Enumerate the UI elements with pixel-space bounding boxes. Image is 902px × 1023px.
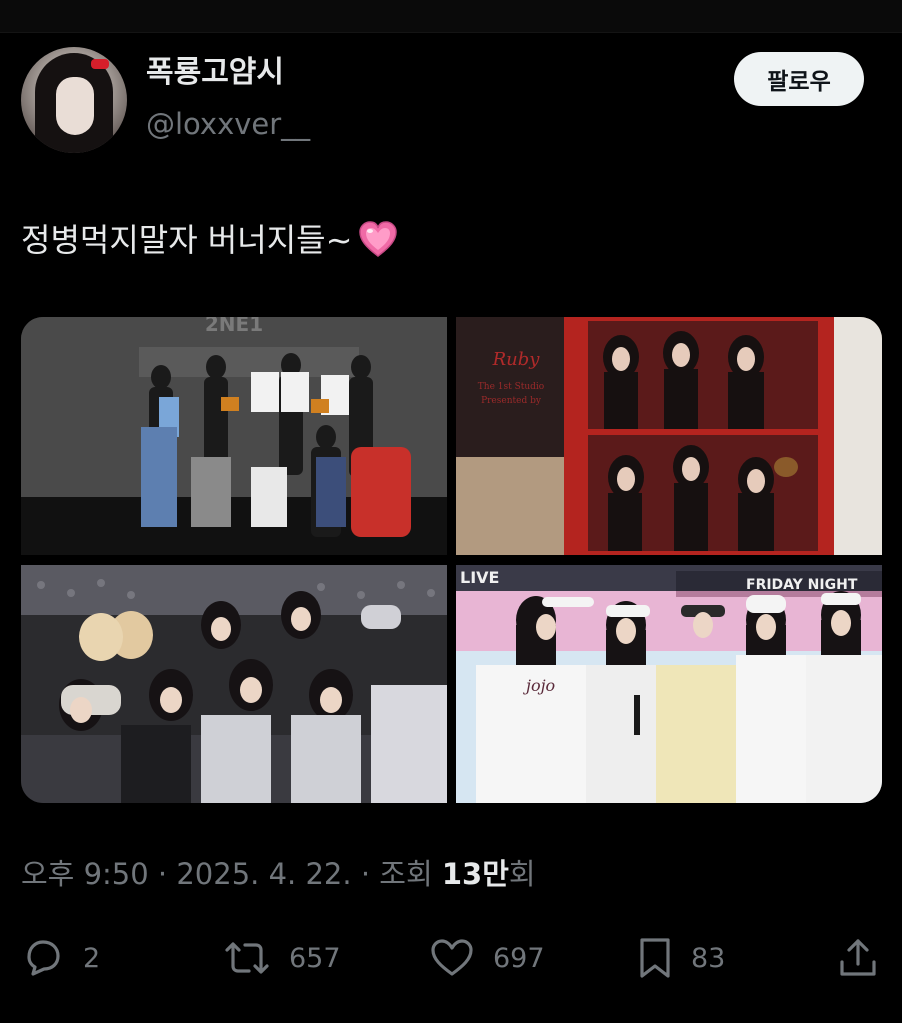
display-name[interactable]: 폭룡고얌시 (146, 58, 284, 88)
views-count: 13만 (441, 857, 509, 891)
shirt-text: jojo (523, 676, 555, 695)
bookmark-button[interactable]: 83 (637, 933, 725, 983)
views-suffix: 회 (508, 857, 536, 891)
reply-icon (21, 936, 65, 980)
meta-separator-2: · (351, 857, 380, 891)
media-grid[interactable]: 2NE1 Ruby The 1st Studio Presented by LI… (21, 317, 882, 803)
photo-group-stage[interactable]: 2NE1 (21, 317, 447, 555)
action-bar: 2 657 697 83 (0, 933, 902, 983)
bow-icon (91, 59, 109, 69)
share-button[interactable] (836, 933, 880, 983)
tweet-text-content: 정병먹지말자 버너지들~ (21, 220, 353, 259)
avatar[interactable] (21, 47, 127, 153)
stage-friday-text: FRIDAY NIGHT (746, 577, 858, 593)
retweet-count: 657 (289, 942, 341, 974)
reply-button[interactable]: 2 (21, 933, 100, 983)
heart-emoji-icon (358, 220, 398, 260)
status-dots (436, 0, 466, 4)
photo-stage-live[interactable]: LIVE FRIDAY NIGHT jojo (456, 565, 882, 803)
share-icon (836, 936, 880, 980)
meta-separator: · (148, 857, 177, 891)
heart-icon (429, 936, 475, 980)
tweet-time[interactable]: 오후 9:50 (21, 857, 149, 891)
like-count: 697 (493, 942, 545, 974)
photo-crowd-group[interactable] (21, 565, 447, 803)
views-prefix: 조회 (379, 857, 442, 891)
retweet-icon (223, 936, 271, 980)
reply-count: 2 (83, 942, 101, 974)
user-handle[interactable]: @loxxver__ (146, 110, 310, 139)
stage-live-text: LIVE (460, 568, 499, 587)
card-line1: The 1st Studio (478, 382, 544, 392)
card-line2: Presented by (481, 396, 542, 406)
tweet-meta: 오후 9:50 · 2025. 4. 22. · 조회 13만회 (21, 860, 536, 889)
banner-text: 2NE1 (205, 317, 263, 336)
bookmark-count: 83 (691, 942, 726, 974)
like-button[interactable]: 697 (429, 933, 545, 983)
photo-booth-strip[interactable]: Ruby The 1st Studio Presented by (456, 317, 882, 555)
tweet-date[interactable]: 2025. 4. 22. (176, 857, 351, 891)
card-script-text: Ruby (492, 349, 541, 370)
tweet-text: 정병먹지말자 버너지들~ (21, 220, 398, 260)
top-bar (0, 0, 902, 33)
follow-button[interactable]: 팔로우 (734, 52, 864, 106)
retweet-button[interactable]: 657 (223, 933, 341, 983)
bookmark-icon (637, 936, 673, 980)
